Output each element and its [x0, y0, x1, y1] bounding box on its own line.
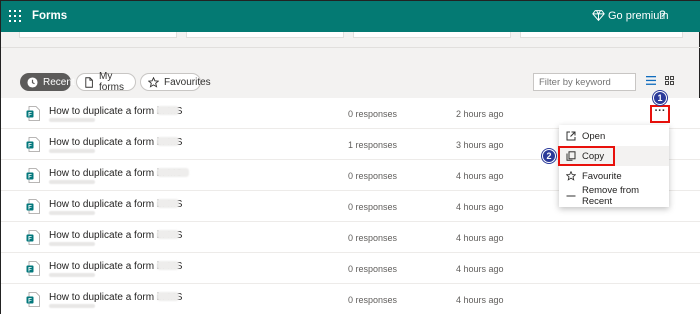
redacted-text	[49, 118, 95, 122]
form-row[interactable]: F How to duplicate a form in MS 0 respon…	[1, 253, 700, 284]
tab-favourites-label: Favourites	[164, 76, 211, 88]
waffle-icon[interactable]	[9, 10, 21, 22]
modified-time: 4 hours ago	[456, 233, 504, 243]
copy-highlight-box	[558, 146, 615, 166]
tab-recent-label: Recent	[43, 76, 75, 88]
redacted-text	[49, 273, 95, 277]
redacted-text	[157, 292, 179, 301]
response-count: 0 responses	[348, 109, 398, 119]
app-title[interactable]: Forms	[32, 10, 67, 22]
response-count: 1 responses	[348, 140, 398, 150]
form-row[interactable]: F How to duplicate a form in MS 0 respon…	[1, 284, 700, 314]
redacted-text	[157, 106, 179, 115]
response-count: 0 responses	[348, 171, 398, 181]
redacted-text	[157, 199, 179, 208]
menu-item-open-label: Open	[582, 130, 606, 142]
redacted-text	[49, 180, 95, 184]
svg-text:F: F	[28, 236, 32, 242]
clock-icon	[27, 76, 38, 88]
step-badge-2: 2	[542, 149, 556, 163]
star-icon	[148, 76, 159, 88]
modified-time: 4 hours ago	[456, 171, 504, 181]
open-external-icon	[566, 131, 576, 141]
tab-my-forms-label: My forms	[99, 71, 124, 93]
modified-time: 3 hours ago	[456, 140, 504, 150]
response-count: 0 responses	[348, 233, 398, 243]
star-icon	[566, 171, 576, 181]
redacted-text	[157, 261, 179, 270]
redacted-text	[157, 230, 179, 239]
redacted-text	[49, 242, 95, 246]
top-bar: Forms Go premium ?	[1, 1, 700, 32]
forms-file-icon: F	[26, 168, 40, 183]
filter-keyword-input[interactable]	[533, 73, 636, 91]
redacted-text	[49, 211, 95, 215]
menu-item-remove-recent-label: Remove from Recent	[582, 185, 640, 207]
modified-time: 2 hours ago	[456, 109, 504, 119]
menu-item-favourite[interactable]: Favourite	[559, 166, 669, 186]
form-row[interactable]: F How to duplicate a form in MS 0 respon…	[1, 222, 700, 253]
svg-text:F: F	[28, 143, 32, 149]
help-icon[interactable]: ?	[659, 8, 666, 22]
forms-file-icon: F	[26, 292, 40, 307]
more-options-button[interactable]: ···	[650, 105, 670, 123]
redacted-text	[157, 137, 179, 146]
grid-view-icon[interactable]	[665, 76, 674, 85]
redacted-text	[49, 304, 95, 308]
svg-text:F: F	[28, 174, 32, 180]
svg-text:F: F	[28, 205, 32, 211]
tab-favourites[interactable]: Favourites	[140, 73, 211, 91]
menu-item-favourite-label: Favourite	[582, 170, 622, 182]
modified-time: 4 hours ago	[456, 202, 504, 212]
svg-text:F: F	[28, 298, 32, 304]
forms-file-icon: F	[26, 199, 40, 214]
template-cards-strip	[1, 32, 700, 46]
svg-text:F: F	[28, 267, 32, 273]
menu-item-open[interactable]: Open	[559, 126, 669, 146]
context-menu: Open Copy Favourite Remove from Recent	[559, 125, 669, 207]
modified-time: 4 hours ago	[456, 264, 504, 274]
divider	[1, 47, 700, 48]
modified-time: 4 hours ago	[456, 295, 504, 305]
redacted-text	[157, 168, 189, 177]
list-view-icon[interactable]	[646, 76, 656, 85]
card-stub[interactable]	[520, 32, 683, 38]
go-premium-button[interactable]: Go premium	[592, 9, 669, 22]
document-icon	[84, 76, 94, 88]
svg-text:F: F	[28, 112, 32, 118]
tab-my-forms[interactable]: My forms	[76, 71, 136, 93]
tab-recent[interactable]: Recent	[20, 73, 75, 91]
card-stub[interactable]	[186, 32, 344, 38]
forms-file-icon: F	[26, 230, 40, 245]
card-stub[interactable]	[19, 32, 177, 38]
step-badge-1: 1	[653, 91, 667, 105]
menu-item-remove-recent[interactable]: Remove from Recent	[559, 185, 669, 207]
redacted-text	[49, 149, 95, 153]
response-count: 0 responses	[348, 264, 398, 274]
forms-file-icon: F	[26, 106, 40, 121]
response-count: 0 responses	[348, 295, 398, 305]
minus-icon	[566, 191, 576, 201]
response-count: 0 responses	[348, 202, 398, 212]
forms-file-icon: F	[26, 137, 40, 152]
forms-file-icon: F	[26, 261, 40, 276]
card-stub[interactable]	[353, 32, 511, 38]
diamond-icon	[592, 10, 605, 22]
